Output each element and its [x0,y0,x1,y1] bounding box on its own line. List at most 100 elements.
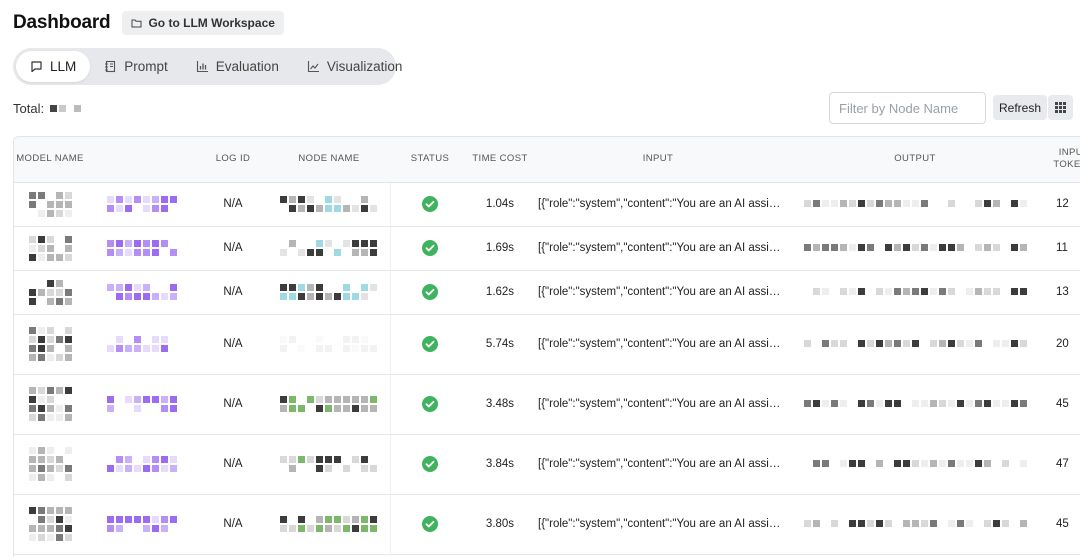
check-circle-icon [422,516,439,532]
redacted-value [106,335,178,353]
column-header-status[interactable]: STATUS [390,137,470,183]
model-name-redacted [28,191,73,218]
cell-input-tokens: 45 [1044,374,1080,435]
cell-model-name [14,182,86,227]
column-header-output[interactable]: OUTPUT [786,137,1044,183]
node-name-redacted [279,455,378,473]
input-tokens-value: 47 [1056,458,1069,470]
bar-chart-icon [196,61,208,73]
table-row[interactable]: N/A 3.80s [{"role":"system","content":"You… [14,494,1080,555]
cell-node-name [268,314,391,375]
node-name-redacted [279,515,378,533]
cell-input: [{"role":"system","content":"You are an … [530,226,786,271]
cell-node-name [268,270,391,315]
output-redacted [803,339,1028,348]
column-settings-button[interactable] [1048,95,1073,120]
input-value: [{"role":"system","content":"You are an … [538,198,786,210]
table-row[interactable]: N/A 3.48s [{"role":"system","content":"You… [14,374,1080,435]
output-redacted [803,519,1028,528]
tab-prompt[interactable]: Prompt [90,51,182,82]
cell-input: [{"role":"system","content":"You are an … [530,434,786,495]
cell-time-cost: 3.48s [470,374,530,435]
grid-icon [1055,102,1066,113]
cell-node-name [268,374,391,435]
model-name-redacted [28,386,73,422]
cell-redacted [86,374,198,435]
column-header-log-id[interactable]: LOG ID [198,137,268,183]
tab-visualization[interactable]: Visualization [293,51,417,82]
tab-llm-label: LLM [50,59,77,74]
tab-prompt-label: Prompt [124,59,168,74]
table-header-row: MODEL NAME LOG ID NODE NAME STATUS TIME … [14,137,1080,183]
time-cost-value: 3.48s [485,398,515,410]
check-circle-icon [422,456,439,472]
tab-llm[interactable]: LLM [16,51,91,82]
cell-redacted [86,314,198,375]
cell-time-cost: 5.74s [470,314,530,375]
cell-time-cost: 1.69s [470,226,530,271]
cell-time-cost: 1.04s [470,182,530,227]
time-cost-value: 3.80s [485,518,515,530]
column-header-input-tokens[interactable]: INPUT TOKENS [1044,137,1080,183]
table-row[interactable]: N/A 5.74s [{"role":"system","content":"You… [14,314,1080,375]
cell-input-tokens: 11 [1044,226,1080,271]
cell-log-id: N/A [198,182,268,227]
input-tokens-value: 12 [1056,198,1069,210]
cell-input: [{"role":"system","content":"You are an … [530,270,786,315]
input-tokens-value: 45 [1056,398,1069,410]
column-header-node-name[interactable]: NODE NAME [268,137,390,183]
input-tokens-value: 11 [1056,242,1068,254]
go-to-workspace-button[interactable]: Go to LLM Workspace [122,11,284,35]
cell-input-tokens: 45 [1044,494,1080,555]
cell-status [390,182,470,227]
table-row[interactable]: N/A 1.04s [{"role":"system","content":"You… [14,182,1080,227]
redacted-value [106,395,178,413]
node-name-redacted [279,335,378,353]
log-id-value: N/A [223,338,243,350]
column-header-time-cost[interactable]: TIME COST [470,137,530,183]
cell-input-tokens: 47 [1044,434,1080,495]
log-id-value: N/A [223,398,243,410]
output-redacted [803,287,1028,296]
cell-model-name [14,270,86,315]
time-cost-value: 1.04s [485,198,515,210]
table-row[interactable]: N/A 3.84s [{"role":"system","content":"You… [14,434,1080,495]
input-tokens-value: 45 [1056,518,1069,530]
refresh-button[interactable]: Refresh [993,95,1048,120]
tab-evaluation[interactable]: Evaluation [182,51,293,82]
filter-node-name-input[interactable] [829,92,986,124]
notebook-icon [105,60,116,73]
cell-output [786,374,1044,435]
column-header-model-name[interactable]: MODEL NAME [14,137,86,183]
cell-model-name [14,434,86,495]
model-name-redacted [28,235,73,262]
model-name-redacted [28,446,73,482]
node-name-redacted [279,283,378,301]
cell-model-name [14,226,86,271]
cell-node-name [268,434,391,495]
node-name-redacted [279,239,378,257]
message-square-icon [31,61,42,73]
input-value: [{"role":"system","content":"You are an … [538,338,786,350]
time-cost-value: 1.69s [485,242,515,254]
table-row[interactable]: N/A 1.69s [{"role":"system","content":"You… [14,226,1080,271]
redacted-value [106,195,178,213]
table-row[interactable]: N/A 1.62s [{"role":"system","content":"You… [14,270,1080,315]
cell-log-id: N/A [198,374,268,435]
llm-log-table: MODEL NAME LOG ID NODE NAME STATUS TIME … [13,136,1080,557]
check-circle-icon [422,336,439,352]
cell-time-cost: 1.62s [470,270,530,315]
line-chart-icon [307,61,319,73]
input-tokens-value: 13 [1056,286,1069,298]
cell-status [390,374,470,435]
cell-input-tokens: 20 [1044,314,1080,375]
cell-model-name [14,494,86,555]
cell-input: [{"role":"system","content":"You are an … [530,494,786,555]
cell-model-name [14,374,86,435]
model-name-redacted [28,506,73,542]
log-id-value: N/A [223,458,243,470]
cell-log-id: N/A [198,434,268,495]
page-title: Dashboard [13,12,111,33]
column-header-redacted[interactable] [86,137,198,183]
column-header-input[interactable]: INPUT [530,137,786,183]
